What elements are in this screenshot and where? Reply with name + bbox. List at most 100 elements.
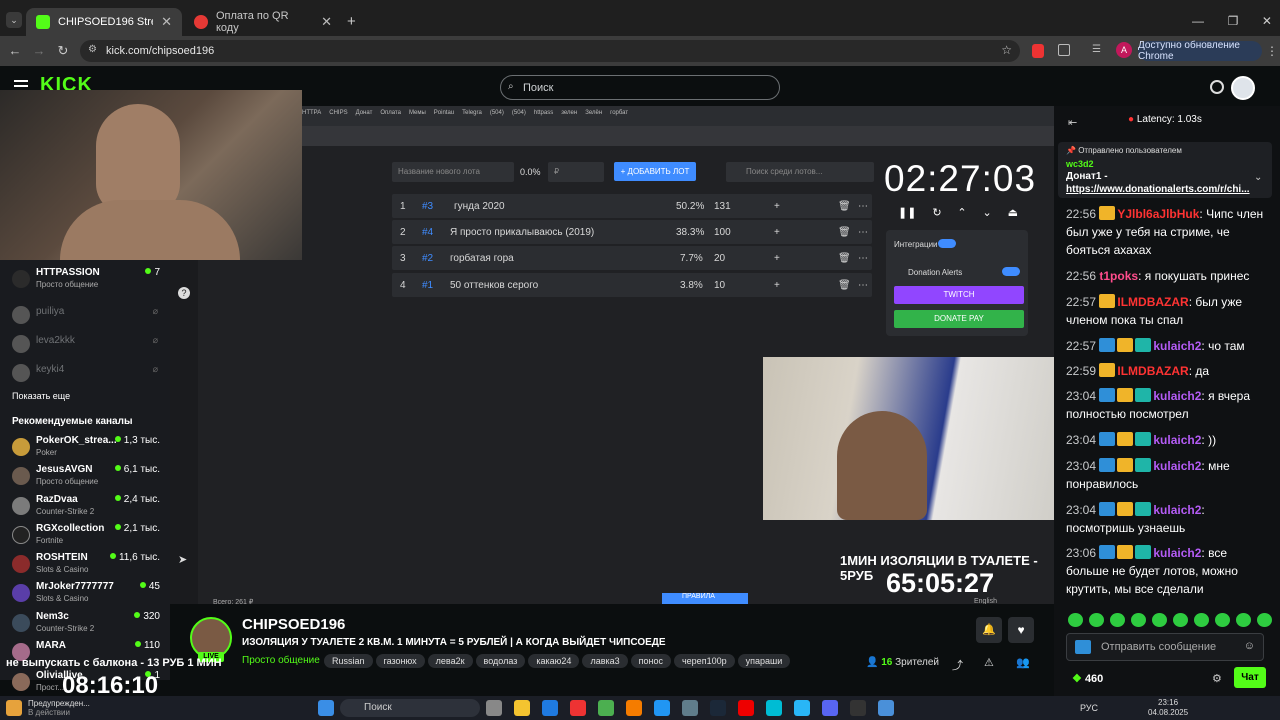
channel-points[interactable]: ❖ 460: [1072, 672, 1103, 685]
app-icon[interactable]: [878, 700, 894, 716]
user-avatar[interactable]: [1231, 76, 1255, 100]
file-explorer-icon[interactable]: [514, 700, 530, 716]
steam-icon[interactable]: [710, 700, 726, 716]
pinned-message[interactable]: 📌 Отправлено пользователем wc3d2 Донат1 …: [1058, 142, 1272, 198]
telegram-icon[interactable]: [794, 700, 810, 716]
emote-icon[interactable]: [1173, 613, 1188, 627]
new-tab-button[interactable]: +: [347, 13, 356, 30]
tag[interactable]: какаю24: [528, 654, 580, 668]
close-window-icon[interactable]: ✕: [1262, 14, 1272, 28]
search-input[interactable]: ⌕ Поиск: [500, 75, 780, 100]
windows-start-icon[interactable]: [318, 700, 334, 716]
report-icon[interactable]: ⚠: [984, 656, 994, 669]
sidebar-recommended-channel[interactable]: ROSHTEIN Slots & Casino 11,6 тыс.: [12, 551, 162, 579]
app-icon[interactable]: [738, 700, 754, 716]
tag[interactable]: лева2к: [427, 654, 473, 668]
auction-timer: 02:27:03: [884, 158, 1037, 199]
sidebar-recommended-channel[interactable]: JesusAVGN Просто общение 6,1 тыс.: [12, 463, 162, 491]
app-icon[interactable]: [850, 700, 866, 716]
pinned-link[interactable]: https://www.donationalerts.com/r/chi...: [1066, 184, 1250, 195]
avatar: [12, 673, 30, 691]
close-tab-icon[interactable]: ✕: [321, 14, 332, 30]
edge-icon[interactable]: [542, 700, 558, 716]
sidebar-followed-channel[interactable]: keyki4 ⌀: [12, 360, 162, 388]
lot-amount-input: ₽: [548, 162, 604, 182]
channel-name[interactable]: CHIPSOED196: [242, 616, 345, 633]
emote-icon[interactable]: [1215, 613, 1230, 627]
stream-category[interactable]: Просто общение: [242, 655, 320, 666]
sidebar-recommended-channel[interactable]: Nem3c Counter-Strike 2 320: [12, 610, 162, 638]
url-field[interactable]: ⚙ kick.com/chipsoed196 ☆: [80, 40, 1020, 62]
minimize-icon[interactable]: —: [1192, 14, 1204, 28]
emote-icon[interactable]: [1131, 613, 1146, 627]
sidebar-recommended-channel[interactable]: PokerOK_strea... Poker 1,3 тыс.: [12, 434, 162, 462]
warning-icon[interactable]: [6, 700, 22, 716]
show-more-link[interactable]: Показать еще: [12, 391, 70, 401]
lot-row: 1 #3 гунда 2020 50.2% 131 + 🗑 ⋯: [392, 194, 872, 218]
emoji-icon[interactable]: ☺: [1244, 640, 1255, 652]
sidebar-recommended-channel[interactable]: MrJoker7777777 Slots & Casino 45: [12, 580, 162, 608]
emote-icon[interactable]: [1089, 613, 1104, 627]
sidebar-followed-channel[interactable]: puiliya ⌀: [12, 302, 162, 330]
chat-send-button[interactable]: Чат: [1234, 667, 1266, 688]
share-icon[interactable]: ⤴: [952, 657, 963, 673]
back-icon[interactable]: ←: [6, 42, 24, 60]
emote-icon[interactable]: [1068, 613, 1083, 627]
emote-icon[interactable]: [1110, 613, 1125, 627]
yandex-icon[interactable]: [570, 700, 586, 716]
chat-input[interactable]: Отправить сообщение ☺: [1066, 633, 1264, 661]
tag[interactable]: упараши: [737, 654, 791, 668]
sidebar-followed-channel[interactable]: leva2kkk ⌀: [12, 331, 162, 359]
sidebar-followed-channel[interactable]: HTTPASSION Просто общение 7: [12, 266, 162, 294]
notifications-bell-icon[interactable]: 🔔: [976, 617, 1002, 643]
discord-icon[interactable]: [822, 700, 838, 716]
tag[interactable]: водолаз: [475, 654, 526, 668]
browser-menu-icon[interactable]: ⋮: [1266, 44, 1278, 58]
tag[interactable]: понос: [630, 654, 671, 668]
tag[interactable]: газонюх: [375, 654, 425, 668]
bookmark-star-icon[interactable]: ☆: [1001, 43, 1012, 57]
chat-settings-icon[interactable]: ⚙: [1212, 672, 1222, 685]
stream-video[interactable]: HTTPA CHIPS Донат Оплата Мемы Pointau Telegra(…: [170, 106, 1054, 606]
extension-icon[interactable]: [1032, 44, 1044, 58]
sidebar-recommended-channel[interactable]: RazDvaa Counter-Strike 2 2,4 тыс.: [12, 493, 162, 521]
tab-kick-stream[interactable]: CHIPSOED196 Stream - Watch L ✕: [26, 8, 182, 36]
follow-heart-icon[interactable]: ♥: [1008, 617, 1034, 643]
app-icon[interactable]: [682, 700, 698, 716]
forward-icon[interactable]: →: [30, 42, 48, 60]
app-icon[interactable]: [626, 700, 642, 716]
more-options-icon[interactable]: 👥: [1016, 656, 1030, 669]
extensions-puzzle-icon[interactable]: [1058, 44, 1070, 56]
reload-icon[interactable]: ↻: [54, 42, 72, 60]
keyboard-language[interactable]: РУС: [1080, 703, 1098, 713]
chrome-update-button[interactable]: Доступно обновление Chrome: [1138, 40, 1262, 62]
taskbar-notification[interactable]: Предупрежден... В действии: [28, 699, 118, 717]
restore-icon[interactable]: ❐: [1228, 14, 1239, 28]
emote-icon[interactable]: [1194, 613, 1209, 627]
app-icon[interactable]: [654, 700, 670, 716]
expand-pinned-icon[interactable]: ⌄: [1254, 172, 1262, 183]
tag[interactable]: череп100р: [673, 654, 735, 668]
tab-qr-payment[interactable]: Оплата по QR коду ✕: [184, 8, 342, 36]
collapse-chat-icon[interactable]: ⇤: [1068, 116, 1077, 129]
site-info-icon[interactable]: ⚙: [88, 44, 97, 55]
recommended-heading: Рекомендуемые каналы: [12, 416, 133, 427]
tab-list-button[interactable]: ⌄: [6, 12, 22, 28]
close-tab-icon[interactable]: ✕: [161, 14, 172, 30]
tag[interactable]: лавка3: [582, 654, 628, 668]
emote-icon[interactable]: [1152, 613, 1167, 627]
emote-icon[interactable]: [1236, 613, 1251, 627]
task-view-icon[interactable]: [486, 700, 502, 716]
chrome-icon[interactable]: [598, 700, 614, 716]
tag[interactable]: Russian: [324, 654, 373, 668]
integrations-label: Интеграции: [894, 240, 938, 249]
system-clock[interactable]: 23:16 04.08.2025: [1148, 698, 1188, 718]
app-icon[interactable]: [766, 700, 782, 716]
timer-controls: ❚❚ ↻ ⌃ ⌄ ⏏: [898, 207, 1018, 219]
emote-icon[interactable]: [1257, 613, 1272, 627]
reading-list-icon[interactable]: ☰: [1092, 44, 1104, 56]
sidebar-recommended-channel[interactable]: RGXcollection Fortnite 2,1 тыс.: [12, 522, 162, 550]
profile-avatar[interactable]: A: [1116, 42, 1132, 58]
taskbar-search[interactable]: Поиск: [340, 699, 480, 717]
kick-search-icon[interactable]: [1210, 80, 1224, 94]
